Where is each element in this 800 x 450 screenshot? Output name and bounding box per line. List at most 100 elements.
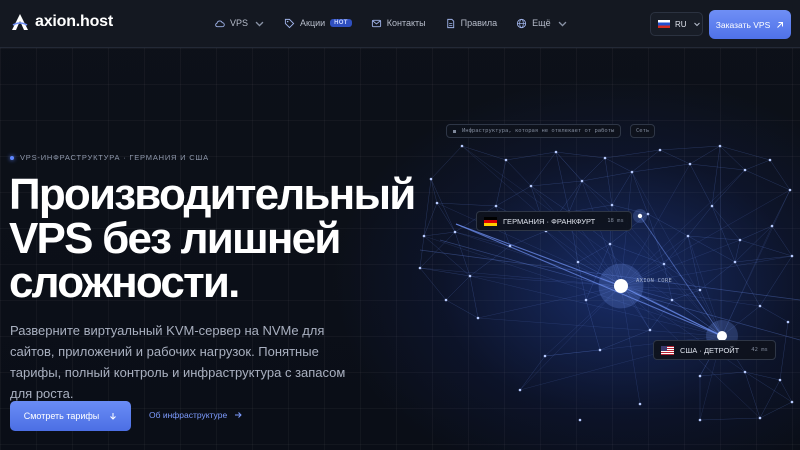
- tag-icon: [284, 18, 295, 28]
- network-link: [771, 225, 793, 257]
- network-caption-tag: Сеть: [630, 124, 656, 138]
- network-node: [786, 320, 790, 324]
- nav-item-more[interactable]: Ещё: [516, 16, 567, 30]
- main-nav: VPS Акции HOT Контакты Правила Ещё: [214, 16, 587, 30]
- network-node: [788, 188, 792, 192]
- network-node: [686, 234, 690, 238]
- language-selector[interactable]: RU: [650, 12, 703, 36]
- logo-icon: [12, 14, 28, 30]
- network-node: [718, 144, 722, 148]
- network-link: [639, 215, 723, 337]
- network-node: [790, 400, 794, 404]
- status-dot-icon: [10, 155, 14, 160]
- network-link: [423, 231, 456, 237]
- germany-flag-icon: [484, 216, 497, 226]
- network-node: [444, 298, 448, 302]
- network-link: [711, 169, 746, 207]
- network-node: [768, 158, 772, 162]
- core-node-label: AXION CORE: [636, 278, 673, 284]
- network-node: [418, 266, 422, 270]
- network-caption-tag-text: Сеть: [636, 128, 650, 134]
- network-node: [608, 242, 612, 246]
- document-icon: [446, 18, 454, 28]
- network-node: [638, 402, 642, 406]
- network-link: [631, 171, 649, 215]
- network-node: [790, 254, 794, 258]
- network-link: [779, 321, 789, 381]
- latency-value: 42 ms: [751, 347, 768, 353]
- network-link: [759, 401, 793, 419]
- network-link: [461, 145, 507, 161]
- hero-description: Разверните виртуальный KVM-сервер на NVM…: [10, 323, 346, 401]
- network-node: [518, 388, 522, 392]
- arrow-right-icon: [235, 412, 242, 418]
- network-link: [744, 371, 793, 403]
- network-link: [759, 379, 781, 419]
- network-link: [689, 145, 721, 165]
- network-link: [687, 235, 741, 241]
- network-node: [743, 370, 747, 374]
- location-tag-usa: США · ДЕТРОЙТ 42 ms: [653, 340, 776, 360]
- network-link: [699, 417, 761, 421]
- nav-item-rules[interactable]: Правила: [445, 16, 498, 30]
- nav-item-contacts[interactable]: Контакты: [371, 16, 426, 30]
- nav-item-label: Правила: [460, 18, 498, 28]
- chevron-down-icon: [693, 22, 700, 27]
- view-plans-button[interactable]: Смотреть тарифы: [10, 401, 131, 431]
- network-link: [671, 289, 701, 301]
- network-link: [699, 371, 746, 377]
- network-link: [744, 371, 781, 381]
- mail-icon: [371, 19, 381, 27]
- globe-icon: [517, 18, 527, 28]
- network-link: [445, 275, 471, 301]
- network-node: [554, 150, 558, 154]
- network-node: [598, 348, 602, 352]
- network-node: [576, 260, 580, 264]
- network-link: [711, 205, 741, 241]
- network-node: [710, 204, 714, 208]
- about-infrastructure-label: Об инфраструктуре: [149, 410, 228, 420]
- network-node: [529, 184, 533, 188]
- network-node: [738, 238, 742, 242]
- about-infrastructure-link[interactable]: Об инфраструктуре: [149, 410, 242, 420]
- network-node: [578, 418, 582, 422]
- network-link: [609, 243, 665, 265]
- network-node: [429, 177, 433, 181]
- network-link: [739, 225, 773, 241]
- nav-item-label: Контакты: [386, 18, 426, 28]
- logo-text: axion.host: [35, 13, 114, 30]
- network-node: [508, 244, 512, 248]
- network-node: [662, 262, 666, 266]
- network-link: [505, 151, 557, 161]
- order-vps-button[interactable]: Заказать VPS: [709, 10, 791, 39]
- network-node: [476, 316, 480, 320]
- network-link: [699, 261, 736, 291]
- network-node: [504, 158, 508, 162]
- language-code: RU: [675, 19, 687, 29]
- logo[interactable]: axion.host: [10, 12, 113, 32]
- network-link: [687, 205, 713, 237]
- network-link: [739, 239, 793, 257]
- network-link: [495, 185, 532, 207]
- network-node: [494, 204, 498, 208]
- location-tag-germany: ГЕРМАНИЯ · ФРАНКФУРТ 18 ms: [476, 211, 632, 231]
- nav-item-vps[interactable]: VPS: [214, 16, 265, 30]
- hot-badge: HOT: [330, 19, 352, 27]
- network-link: [419, 267, 447, 301]
- network-link: [759, 305, 789, 323]
- headline-line: VPS без лишней: [9, 214, 341, 263]
- network-node: [610, 203, 614, 207]
- hero-headline: Производительный VPS без лишней сложност…: [9, 173, 416, 305]
- network-caption: Инфраструктура, которая не отвлекает от …: [446, 124, 622, 138]
- network-link: [620, 189, 791, 287]
- network-node: [648, 328, 652, 332]
- chevron-down-icon: [558, 21, 567, 27]
- nav-item-promotions[interactable]: Акции HOT: [284, 16, 352, 30]
- network-link: [779, 379, 793, 403]
- network-node: [733, 260, 737, 264]
- network-node: [743, 168, 747, 172]
- network-node: [758, 304, 762, 308]
- network-node: [584, 298, 588, 302]
- latency-value: 18 ms: [607, 218, 624, 224]
- network-link: [505, 159, 532, 187]
